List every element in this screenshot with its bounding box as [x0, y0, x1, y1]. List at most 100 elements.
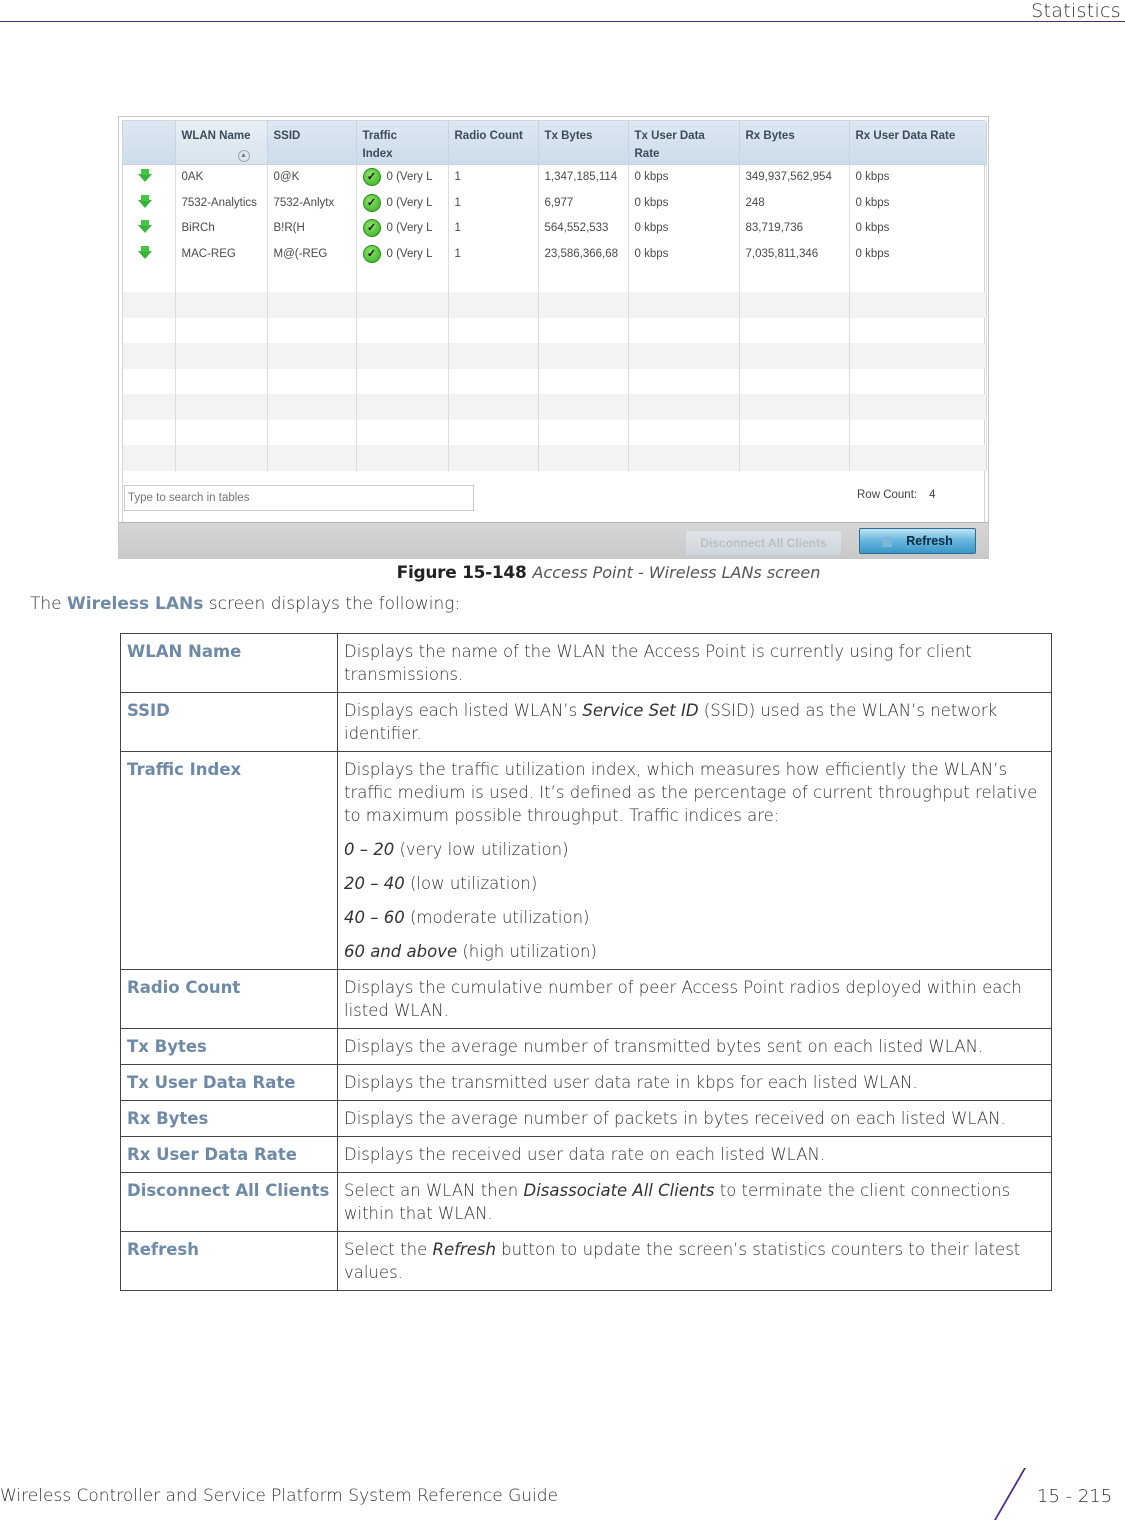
refresh-button[interactable]: Refresh: [859, 528, 976, 554]
definition-text: Displays the average number of transmitt…: [344, 1037, 984, 1056]
empty-table-row: [123, 292, 987, 318]
check-circle-icon: ✓: [362, 244, 381, 263]
empty-table-row: [123, 445, 987, 471]
column-header-tx-bytes[interactable]: Tx Bytes: [538, 121, 629, 165]
column-label: Traffic Index: [362, 130, 398, 160]
intro-prefix: The: [30, 594, 68, 614]
column-header-radio-count[interactable]: Radio Count: [448, 121, 539, 165]
wlan-name-cell: 0AK: [175, 164, 268, 190]
traffic-index-value: 0 (Very L: [386, 196, 433, 209]
wlan-name-cell: BiRCh: [175, 215, 268, 241]
wireless-lans-screenshot: WLAN Name ▲ SSID Traffic Index Radio Coun…: [118, 116, 989, 559]
definition-term: WLAN Name: [120, 633, 338, 693]
empty-cell: [267, 445, 357, 471]
rx-bytes-cell: 7,035,811,346: [739, 241, 850, 267]
status-cell: [123, 164, 176, 190]
empty-cell: [628, 317, 740, 343]
intro-suffix: screen displays the following:: [203, 594, 461, 614]
column-header-ssid[interactable]: SSID: [267, 121, 357, 165]
range-value: 40 – 60: [344, 908, 405, 927]
text-emphasis: Refresh: [432, 1240, 496, 1259]
rx-bytes-cell: 248: [739, 190, 850, 216]
column-header-tx-user-data-rate[interactable]: Tx User Data Rate: [628, 121, 740, 165]
empty-cell: [739, 419, 850, 445]
sort-ascending-icon[interactable]: ▲: [237, 150, 250, 162]
figure-title: Access Point - Wireless LANs screen: [532, 563, 821, 582]
definition-text: Select an WLAN then Disassociate All Cli…: [344, 1179, 1045, 1225]
table-row[interactable]: BiRCh B!R(H ✓ 0 (Very L 1 564,552,533 0 k…: [123, 215, 987, 241]
radio-count-cell: 1: [448, 241, 539, 267]
status-cell: [123, 215, 176, 241]
empty-cell: [628, 394, 740, 420]
definition-desc: Displays each listed WLAN’s Service Set …: [337, 692, 1052, 752]
traffic-index-value: 0 (Very L: [386, 222, 433, 235]
tx-rate-cell: 0 kbps: [628, 241, 740, 267]
empty-cell: [628, 419, 740, 445]
tx-bytes-cell: 564,552,533: [538, 215, 629, 241]
empty-cell: [267, 266, 357, 292]
traffic-index-cell: ✓ 0 (Very L: [356, 190, 449, 216]
definition-term: Tx User Data Rate: [120, 1064, 338, 1101]
definition-desc: Select the Refresh button to update the …: [337, 1231, 1052, 1291]
green-down-arrow-icon: [138, 169, 152, 183]
empty-cell: [448, 317, 539, 343]
footer-divider: [994, 1468, 1027, 1520]
empty-cell: [448, 266, 539, 292]
table-row[interactable]: 0AK 0@K ✓ 0 (Very L 1 1,347,185,114 0 kbp…: [123, 164, 987, 190]
definition-desc: Displays the average number of packets i…: [337, 1100, 1052, 1137]
empty-cell: [739, 317, 850, 343]
empty-cell: [356, 394, 449, 420]
empty-table-row: [123, 394, 987, 420]
empty-cell: [267, 368, 357, 394]
definition-desc: Displays the average number of transmitt…: [337, 1028, 1052, 1065]
definition-desc: Displays the received user data rate on …: [337, 1136, 1052, 1173]
definition-text: Displays the average number of packets i…: [344, 1109, 1006, 1128]
empty-cell: [628, 368, 740, 394]
empty-cell: [739, 266, 850, 292]
column-header-wlan-name[interactable]: WLAN Name ▲: [175, 121, 268, 165]
definition-text: Displays the cumulative number of peer A…: [344, 978, 1022, 1020]
radio-count-cell: 1: [448, 190, 539, 216]
wlan-table: WLAN Name ▲ SSID Traffic Index Radio Coun…: [123, 121, 987, 471]
range-value: 60 and above: [344, 942, 458, 961]
table-search-input[interactable]: [124, 485, 474, 511]
traffic-range: 20 – 40 (low utilization): [344, 872, 1045, 895]
text-run: Select the: [344, 1240, 433, 1259]
ssid-cell: 7532-Anlytx: [267, 190, 357, 216]
column-header-traffic-index[interactable]: Traffic Index: [356, 121, 449, 165]
page-header: Statistics: [1031, 0, 1121, 22]
definition-desc: Displays the transmitted user data rate …: [337, 1064, 1052, 1101]
definition-row: Traffic Index Displays the traffic utili…: [120, 751, 1052, 970]
rx-rate-cell: 0 kbps: [849, 164, 987, 190]
footer-guide-title: Wireless Controller and Service Platform…: [0, 1486, 559, 1506]
empty-cell: [448, 343, 539, 369]
empty-cell: [849, 394, 987, 420]
refresh-label: Refresh: [906, 534, 953, 548]
range-label: (high utilization): [457, 942, 597, 961]
column-header-status[interactable]: [123, 121, 176, 165]
text-run: Displays each listed WLAN’s: [344, 701, 583, 720]
disconnect-all-clients-button[interactable]: Disconnect All Clients: [686, 531, 841, 555]
empty-cell: [123, 368, 176, 394]
empty-cell: [356, 266, 449, 292]
table-row[interactable]: 7532-Analytics 7532-Anlytx ✓ 0 (Very L 1 …: [123, 190, 987, 216]
definition-row: Rx Bytes Displays the average number of …: [120, 1100, 1052, 1137]
tx-bytes-cell: 6,977: [538, 190, 629, 216]
definition-row: Refresh Select the Refresh button to upd…: [120, 1231, 1052, 1291]
table-row[interactable]: MAC-REG M@(-REG ✓ 0 (Very L 1 23,586,366,…: [123, 241, 987, 267]
range-value: 0 – 20: [344, 840, 395, 859]
definition-term: SSID: [120, 692, 338, 752]
empty-cell: [538, 394, 629, 420]
definition-text: Select the Refresh button to update the …: [344, 1238, 1045, 1284]
traffic-range: 60 and above (high utilization): [344, 940, 1045, 963]
empty-cell: [267, 317, 357, 343]
column-header-rx-user-data-rate[interactable]: Rx User Data Rate: [849, 121, 987, 165]
column-header-rx-bytes[interactable]: Rx Bytes: [739, 121, 850, 165]
empty-cell: [849, 292, 987, 318]
traffic-index-value: 0 (Very L: [386, 247, 433, 260]
definition-text: Displays the transmitted user data rate …: [344, 1073, 918, 1092]
traffic-index-value: 0 (Very L: [386, 171, 433, 184]
text-run: Select an WLAN then: [344, 1181, 524, 1200]
empty-cell: [538, 317, 629, 343]
empty-cell: [175, 317, 268, 343]
